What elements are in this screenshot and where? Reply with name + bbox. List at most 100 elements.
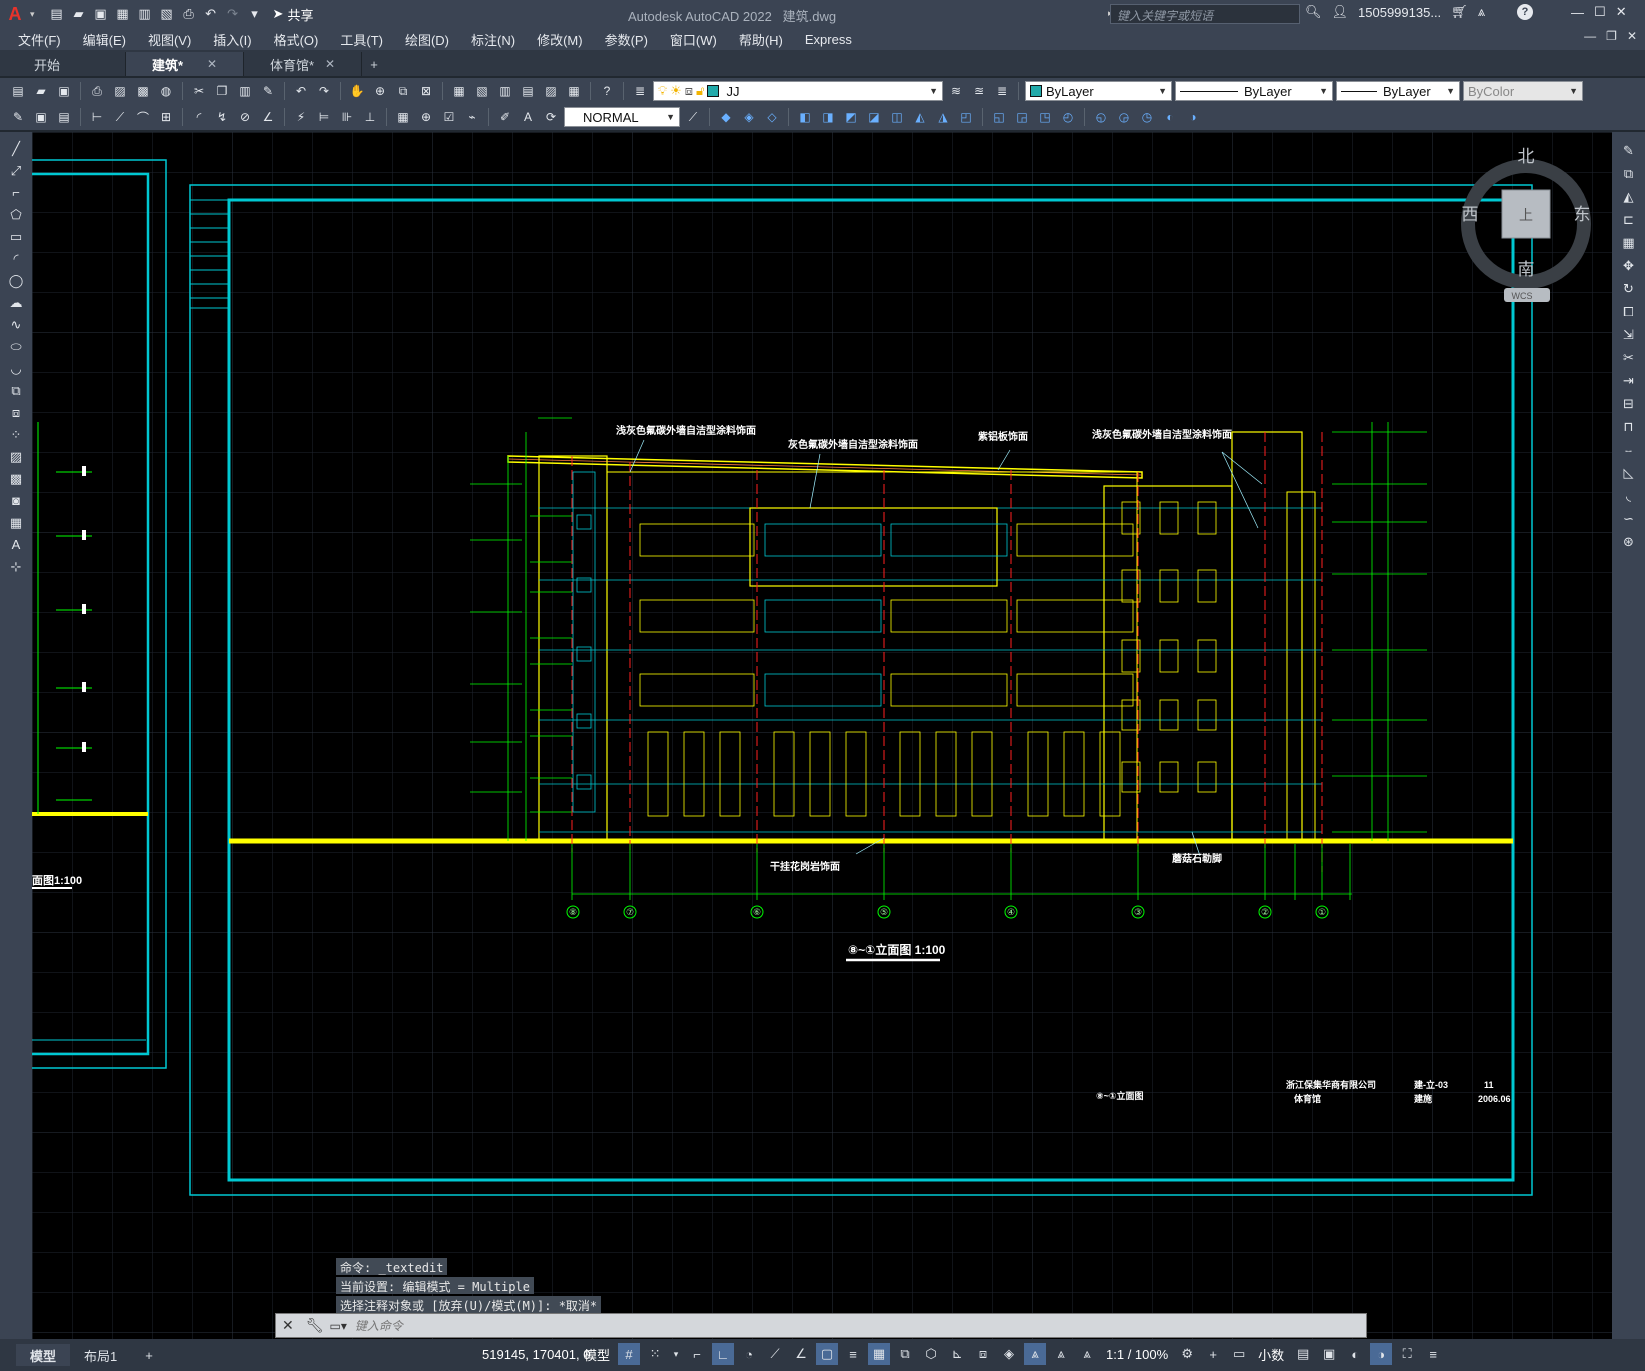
save-web-icon[interactable]: ▧ [157, 4, 177, 24]
layer-combo[interactable]: 💡︎ ☀ ⧈ 🔓︎ JJ ▼ [653, 81, 943, 101]
check-icon[interactable]: ◵ [1091, 107, 1111, 127]
menu-insert[interactable]: 插入(I) [213, 30, 251, 49]
gizmo-icon[interactable]: ◈ [998, 1343, 1020, 1365]
scale-icon[interactable]: ⧠ [1619, 303, 1639, 320]
new-file-icon[interactable]: ▤ [47, 4, 67, 24]
delete-faces-icon[interactable]: ◪ [864, 107, 884, 127]
viewcube-south[interactable]: 南 [1518, 260, 1535, 279]
tab-layout1[interactable]: 布局1 [70, 1344, 131, 1366]
menu-help[interactable]: 帮助(H) [739, 30, 783, 49]
close-command-line-icon[interactable]: ✕ [276, 1317, 300, 1334]
tool-palettes-icon[interactable]: ▥ [495, 81, 515, 101]
subtract-icon[interactable]: ◈ [739, 107, 759, 127]
viewcube-north[interactable]: 北 [1518, 147, 1535, 166]
isolate-objects-icon[interactable]: ◐ [1344, 1343, 1366, 1365]
aligned-dimension-icon[interactable]: ⟋ [110, 107, 130, 127]
menu-tools[interactable]: 工具(T) [340, 30, 383, 49]
transparency-icon[interactable]: ▦ [868, 1343, 891, 1365]
color-faces-icon[interactable]: ◰ [956, 107, 976, 127]
mtext-icon[interactable]: ▤ [54, 107, 74, 127]
command-input[interactable]: 键入命令 [355, 1317, 403, 1334]
properties-icon[interactable]: ▦ [449, 81, 469, 101]
customization-icon[interactable]: ≡ [1422, 1343, 1444, 1365]
plot-icon[interactable]: ⎙ [87, 81, 107, 101]
jogged-dimension-icon[interactable]: ↯ [212, 107, 232, 127]
drawing-canvas[interactable]: 面图1:100 ⑧ ⑦ ⑥ ⑤ ④ ③ ② ① 浅灰色氟碳外墙自洁型涂料饰面 灰… [32, 132, 1612, 1339]
arc-icon[interactable]: ◜ [6, 250, 26, 267]
help-icon[interactable]: ? [597, 81, 617, 101]
user-icon[interactable]: 👤︎ [1332, 4, 1349, 20]
extrude-icon[interactable]: ◶ [1114, 107, 1134, 127]
dimension-text-edit-icon[interactable]: A [518, 107, 538, 127]
user-name[interactable]: 1505999135... [1358, 5, 1441, 20]
shell-icon[interactable]: ◴ [1058, 107, 1078, 127]
quick-dimension-icon[interactable]: ⚡︎ [291, 107, 311, 127]
layer-states-icon[interactable]: ≣ [992, 81, 1012, 101]
presspull-icon[interactable]: ◷ [1137, 107, 1157, 127]
revision-cloud-icon[interactable]: ☁ [6, 294, 26, 311]
markup-icon[interactable]: ▨ [541, 81, 561, 101]
viewcube-east[interactable]: 东 [1574, 205, 1591, 224]
polygon-icon[interactable]: ⬠ [6, 206, 26, 223]
command-line[interactable]: ✕ 🔧︎ ▭▾ 键入命令 [275, 1313, 1367, 1338]
close-icon[interactable]: ✕ [325, 57, 335, 71]
jogged-linear-icon[interactable]: ⌁ [462, 107, 482, 127]
join-icon[interactable]: ⧿ [1619, 441, 1639, 458]
grid-icon[interactable]: # [618, 1343, 641, 1365]
lineweight-combo[interactable]: ByLayer ▼ [1336, 81, 1460, 101]
minimize-icon[interactable]: — [1571, 5, 1584, 20]
move-icon[interactable]: ✥ [1619, 257, 1639, 274]
search-input[interactable]: 键入关键字或短语 [1110, 4, 1300, 24]
copy-icon[interactable]: ⧉ [1619, 165, 1639, 182]
menu-parametric[interactable]: 参数(P) [605, 30, 648, 49]
layer-properties-icon[interactable]: ≣ [630, 81, 650, 101]
dynamic-ucs-icon[interactable]: ⊾ [946, 1343, 968, 1365]
selection-filter-icon[interactable]: ⧈ [972, 1343, 994, 1365]
maximize-icon[interactable]: ☐ [1594, 4, 1606, 20]
trim-icon[interactable]: ✂ [1619, 349, 1639, 366]
construction-line-icon[interactable]: ⤢ [6, 162, 26, 179]
tab-start[interactable]: 开始 [8, 52, 126, 76]
offset-faces-icon[interactable]: ◩ [841, 107, 861, 127]
annotation-scale-icon[interactable]: ⩓ [1076, 1343, 1098, 1365]
dimension-style-icon[interactable]: ⟋ [683, 107, 703, 127]
taper-faces-icon[interactable]: ◭ [910, 107, 930, 127]
copy-faces-icon[interactable]: ◮ [933, 107, 953, 127]
erase-icon[interactable]: ✎ [1619, 142, 1639, 159]
dimension-update-icon[interactable]: ⟳ [541, 107, 561, 127]
undo-icon[interactable]: ↶ [201, 4, 221, 24]
clean-screen-icon[interactable]: ⛶ [1396, 1343, 1418, 1365]
intersect-icon[interactable]: ◇ [762, 107, 782, 127]
redo-icon[interactable]: ↷ [223, 4, 243, 24]
plotstyle-combo[interactable]: ByColor ▼ [1463, 81, 1583, 101]
units-value[interactable]: 小数 [1254, 1345, 1288, 1364]
menu-edit[interactable]: 编辑(E) [83, 30, 126, 49]
doc-minimize-icon[interactable]: — [1584, 29, 1596, 43]
diameter-dimension-icon[interactable]: ⊘ [235, 107, 255, 127]
lock-ui-icon[interactable]: ▣ [1318, 1343, 1340, 1365]
units-icon[interactable]: ▭ [1228, 1343, 1250, 1365]
match-properties-icon[interactable]: ✎ [258, 81, 278, 101]
break-at-point-icon[interactable]: ⊟ [1619, 395, 1639, 412]
layer-previous-icon[interactable]: ≊ [969, 81, 989, 101]
revolve-icon[interactable]: ◐ [1160, 107, 1180, 127]
sweep-icon[interactable]: ◑ [1183, 107, 1203, 127]
offset-icon[interactable]: ⊏ [1619, 211, 1639, 228]
a360-icon[interactable]: ⩓ [1478, 4, 1485, 20]
move-faces-icon[interactable]: ◨ [818, 107, 838, 127]
array-icon[interactable]: ▦ [1619, 234, 1639, 251]
zoom-previous-icon[interactable]: ⊠ [416, 81, 436, 101]
customize-qat-icon[interactable]: ▾ [245, 4, 265, 24]
isodraft-icon[interactable]: ⟋ [764, 1343, 786, 1365]
publish-icon[interactable]: ▩ [133, 81, 153, 101]
angular-dimension-icon[interactable]: ∠ [258, 107, 278, 127]
new-icon[interactable]: ▤ [8, 81, 28, 101]
close-icon[interactable]: ✕ [207, 57, 217, 71]
rectangle-icon[interactable]: ▭ [6, 228, 26, 245]
ordinate-dimension-icon[interactable]: ⊞ [156, 107, 176, 127]
clean-icon[interactable]: ◲ [1012, 107, 1032, 127]
break-icon[interactable]: ⊓ [1619, 418, 1639, 435]
calculator-icon[interactable]: ▦ [564, 81, 584, 101]
snap-icon[interactable]: ⁙ [644, 1343, 666, 1365]
make-block-icon[interactable]: ⧈ [6, 404, 26, 421]
